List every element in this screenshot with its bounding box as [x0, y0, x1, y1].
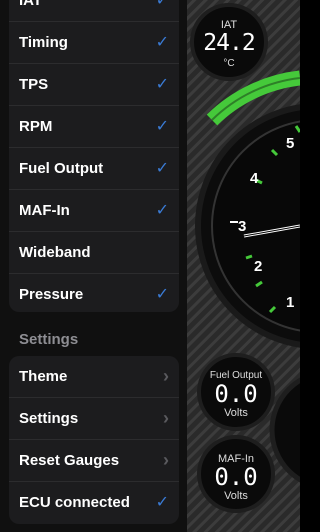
- checkmark-icon: ✓: [155, 160, 169, 177]
- checkmark-icon: ✓: [155, 202, 169, 219]
- maf-gauge-value: 0.0: [214, 463, 258, 491]
- sensor-row-iat[interactable]: IAT ✓: [9, 0, 179, 22]
- checkmark-icon: ✓: [155, 494, 169, 511]
- maf-gauge-unit: Volts: [224, 490, 248, 502]
- settings-label: ECU connected: [19, 494, 130, 511]
- sensor-label: Fuel Output: [19, 160, 104, 177]
- settings-list: Theme › Settings › Reset Gauges › ECU co…: [9, 356, 179, 524]
- dial-number-1: 1: [286, 294, 295, 311]
- settings-label: Theme: [19, 368, 68, 385]
- sensor-label: RPM: [19, 118, 53, 135]
- sensor-row-fuel-output[interactable]: Fuel Output ✓: [9, 148, 179, 190]
- settings-row-ecu-connected[interactable]: ECU connected ✓: [9, 482, 179, 523]
- iat-gauge-value: 24.2: [203, 30, 255, 56]
- sensor-label: IAT: [19, 0, 43, 9]
- checkmark-icon: ✓: [155, 118, 169, 135]
- checkmark-icon: ✓: [155, 0, 169, 9]
- settings-label: Reset Gauges: [19, 452, 120, 469]
- sensor-label: Timing: [19, 34, 68, 51]
- settings-row-settings[interactable]: Settings ›: [9, 398, 179, 440]
- sensor-row-wideband[interactable]: Wideband: [9, 232, 179, 274]
- sensor-row-tps[interactable]: TPS ✓: [9, 64, 179, 106]
- iat-gauge-unit: °C: [223, 58, 235, 69]
- sensor-label: MAF-In: [19, 202, 70, 219]
- settings-label: Settings: [19, 410, 79, 427]
- sensor-label: Pressure: [19, 286, 84, 303]
- sensor-row-pressure[interactable]: Pressure ✓: [9, 274, 179, 312]
- sensor-list: IAT ✓ Timing ✓ TPS ✓ RPM ✓ Fuel Output ✓…: [9, 0, 179, 312]
- settings-row-reset-gauges[interactable]: Reset Gauges ›: [9, 440, 179, 482]
- dial-number-5: 5: [286, 135, 295, 152]
- checkmark-icon: ✓: [155, 76, 169, 93]
- sensor-row-maf-in[interactable]: MAF-In ✓: [9, 190, 179, 232]
- settings-section-header: Settings: [19, 331, 79, 348]
- settings-row-theme[interactable]: Theme ›: [9, 356, 179, 398]
- checkmark-icon: ✓: [155, 286, 169, 303]
- sensor-row-rpm[interactable]: RPM ✓: [9, 106, 179, 148]
- sensor-label: Wideband: [19, 244, 91, 261]
- chevron-right-icon: ›: [163, 408, 169, 428]
- sensor-label: TPS: [19, 76, 49, 93]
- chevron-right-icon: ›: [163, 450, 169, 470]
- dial-number-2: 2: [254, 258, 263, 275]
- sensor-row-timing[interactable]: Timing ✓: [9, 22, 179, 64]
- fuel-gauge-value: 0.0: [214, 380, 258, 408]
- chevron-right-icon: ›: [163, 366, 169, 386]
- dial-number-4: 4: [250, 170, 259, 187]
- fuel-gauge-unit: Volts: [224, 407, 248, 419]
- settings-panel: IAT ✓ Timing ✓ TPS ✓ RPM ✓ Fuel Output ✓…: [0, 0, 187, 532]
- dial-number-3: 3: [238, 218, 247, 235]
- checkmark-icon: ✓: [155, 34, 169, 51]
